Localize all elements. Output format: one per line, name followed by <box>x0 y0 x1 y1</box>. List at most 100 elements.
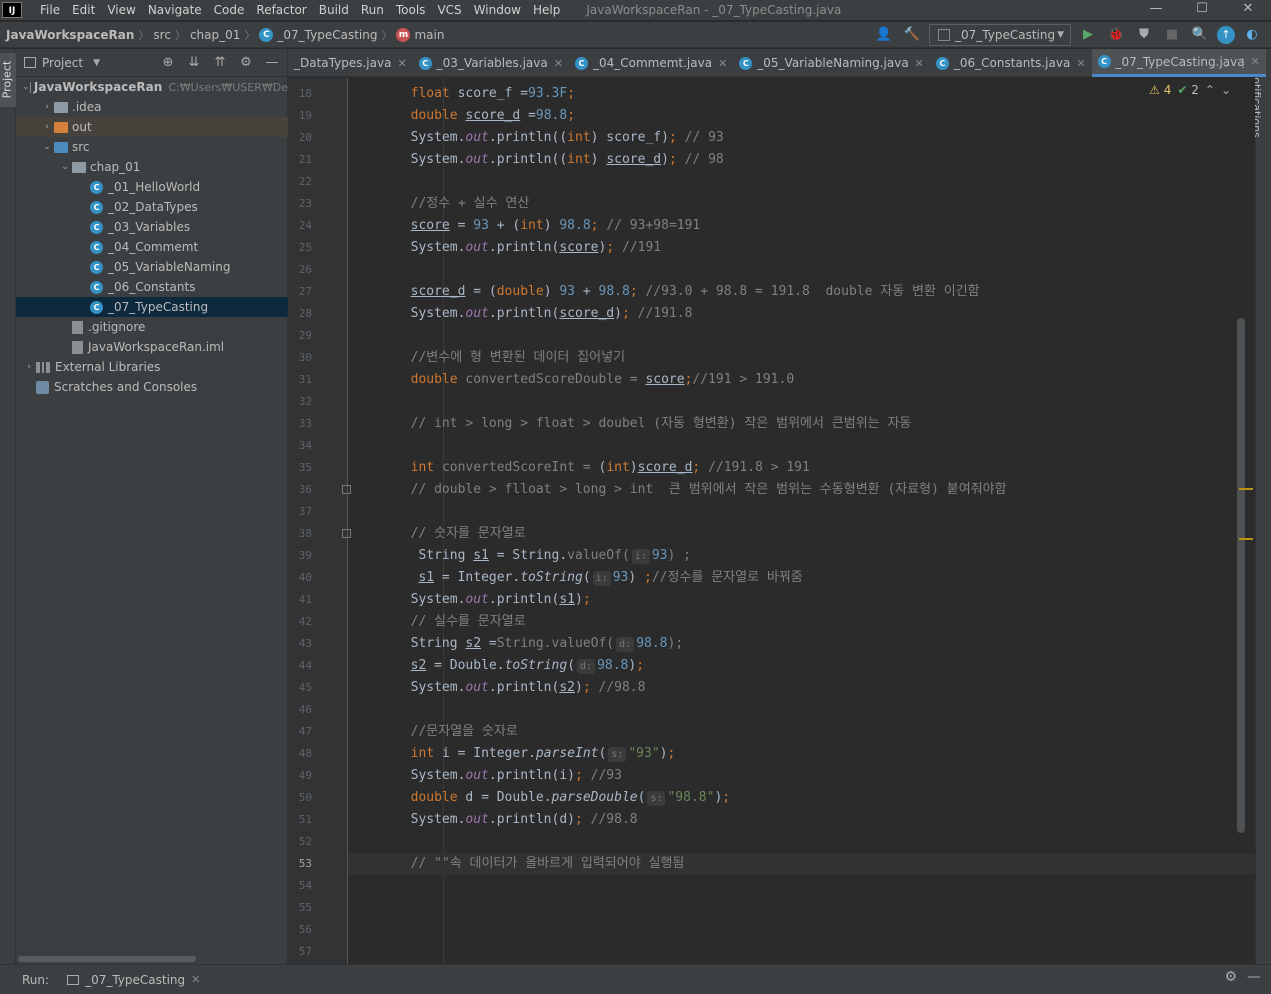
code-line[interactable]: s2 = Double.toString(d: 98.8); <box>348 655 1255 677</box>
more-actions-icon[interactable]: ⋮ <box>1237 56 1249 70</box>
notifications-tool-window-button[interactable]: Notifications <box>1250 69 1271 169</box>
code-line[interactable]: System.out.println(d); //98.8 <box>348 809 1255 831</box>
menu-item-run[interactable]: Run <box>355 0 390 20</box>
breadcrumb-package[interactable]: chap_01 <box>190 28 240 42</box>
code-line[interactable] <box>348 831 1255 853</box>
show-hidden-tabs-icon[interactable]: ⌄ <box>1221 56 1231 70</box>
code-line[interactable]: double d = Double.parseDouble(s: "98.8"); <box>348 787 1255 809</box>
tree-item[interactable]: C _07_TypeCasting <box>16 297 288 317</box>
search-icon[interactable]: 🔍 <box>1189 24 1211 46</box>
update-icon[interactable]: ↑ <box>1217 26 1235 44</box>
line-number[interactable]: 33 <box>288 413 312 435</box>
menu-item-tools[interactable]: Tools <box>390 0 432 20</box>
menu-item-navigate[interactable]: Navigate <box>142 0 208 20</box>
editor-tab[interactable]: C _04_Commemt.java ✕ <box>569 49 733 77</box>
line-number[interactable]: 32 <box>288 391 312 413</box>
tree-item[interactable]: › out <box>16 117 288 137</box>
menu-item-refactor[interactable]: Refactor <box>250 0 312 20</box>
line-number[interactable]: 31 <box>288 369 312 391</box>
line-number[interactable]: 49 <box>288 765 312 787</box>
horizontal-scrollbar[interactable] <box>18 956 196 962</box>
tree-item[interactable]: .gitignore <box>16 317 288 337</box>
close-tab-icon[interactable]: ✕ <box>397 57 406 70</box>
editor-tab[interactable]: C _06_Constants.java ✕ <box>930 49 1092 77</box>
collapse-arrow-icon[interactable]: › <box>40 102 54 112</box>
code-line[interactable]: score = 93 + (int) 98.8; // 93+98=191 <box>348 215 1255 237</box>
tree-item[interactable]: C _03_Variables <box>16 217 288 237</box>
expand-arrow-icon[interactable]: ⌄ <box>40 142 54 152</box>
chevron-down-icon[interactable]: ▼ <box>93 58 100 68</box>
line-number[interactable]: 47 <box>288 721 312 743</box>
collapse-all-icon[interactable]: ⇈ <box>211 54 229 72</box>
line-number[interactable]: 40 <box>288 567 312 589</box>
line-number[interactable]: 54 <box>288 875 312 897</box>
code-line[interactable] <box>348 259 1255 281</box>
settings-gear-icon[interactable]: ⚙ <box>237 54 255 72</box>
line-number[interactable]: 34 <box>288 435 312 457</box>
line-number[interactable]: 38 <box>288 523 312 545</box>
line-number[interactable]: 25 <box>288 237 312 259</box>
project-tool-window-button[interactable]: Project <box>0 53 16 107</box>
code-line[interactable]: int i = Integer.parseInt(s: "93"); <box>348 743 1255 765</box>
code-line[interactable] <box>348 435 1255 457</box>
code-line[interactable]: String s1 = String.valueOf(i: 93) ; <box>348 545 1255 567</box>
tree-item[interactable]: ⌄ JavaWorkspaceRan C:₩Users₩USER₩De <box>16 77 288 97</box>
collapse-arrow-icon[interactable]: › <box>22 362 36 372</box>
code-line[interactable]: score_d = (double) 93 + 98.8; //93.0 + 9… <box>348 281 1255 303</box>
expand-all-icon[interactable]: ⇊ <box>185 54 203 72</box>
close-tab-icon[interactable]: ✕ <box>554 57 563 70</box>
code-line[interactable]: System.out.println(s1); <box>348 589 1255 611</box>
breadcrumb-src[interactable]: src <box>153 28 171 42</box>
code-line[interactable]: // ""속 데이터가 올바르게 입력되어야 실행됨 <box>348 853 1255 875</box>
line-number[interactable]: 42 <box>288 611 312 633</box>
code-line[interactable]: System.out.println((int) score_f); // 93 <box>348 127 1255 149</box>
editor-tab[interactable]: _DataTypes.java ✕ <box>288 49 413 77</box>
code-line[interactable]: s1 = Integer.toString(i: 93) ;//정수를 문자열로 … <box>348 567 1255 589</box>
code-line[interactable]: // int > long > float > doubel (자동 형변환) … <box>348 413 1255 435</box>
code-line[interactable] <box>348 941 1255 963</box>
warning-count[interactable]: ⚠ 4 <box>1149 83 1171 97</box>
inspection-widget[interactable]: ⚠ 4 ✔ 2 ⌃ ⌄ <box>1149 83 1231 97</box>
line-number[interactable]: 52 <box>288 831 312 853</box>
maximize-icon[interactable]: ☐ <box>1179 0 1225 20</box>
line-number[interactable]: 41 <box>288 589 312 611</box>
line-number[interactable]: 26 <box>288 259 312 281</box>
close-tab-icon[interactable]: ✕ <box>1076 57 1085 70</box>
close-icon[interactable]: ✕ <box>191 973 200 986</box>
code-line[interactable]: double score_d =98.8; <box>348 105 1255 127</box>
tree-item[interactable]: JavaWorkspaceRan.iml <box>16 337 288 357</box>
tree-item[interactable]: › External Libraries <box>16 357 288 377</box>
code-line[interactable] <box>348 897 1255 919</box>
run-icon[interactable]: ▶ <box>1077 24 1099 46</box>
line-number[interactable]: 28 <box>288 303 312 325</box>
code-line[interactable]: float score_f =93.3F; <box>348 83 1255 105</box>
line-number[interactable]: 21 <box>288 149 312 171</box>
menu-item-code[interactable]: Code <box>208 0 251 20</box>
coverage-icon[interactable]: ⛊ <box>1133 24 1155 46</box>
close-icon[interactable]: ✕ <box>1225 0 1271 20</box>
code-line[interactable]: // double > flloat > long > int 큰 범위에서 작… <box>348 479 1255 501</box>
code-editor[interactable]: 18 19 20 21 22 23 24 25 26 27 28 29 30 31 32 33 34 35 36 37… <box>288 78 1255 964</box>
tree-item[interactable]: C _05_VariableNaming <box>16 257 288 277</box>
build-hammer-icon[interactable]: 🔨 <box>901 24 923 46</box>
run-configuration-dropdown[interactable]: _07_TypeCasting ▼ <box>929 24 1071 46</box>
vertical-scrollbar[interactable] <box>1237 318 1245 833</box>
menu-item-help[interactable]: Help <box>527 0 566 20</box>
stop-icon[interactable]: ■ <box>1161 24 1183 46</box>
settings-gear-icon[interactable]: ⚙ <box>1224 969 1237 985</box>
line-number[interactable]: 22 <box>288 171 312 193</box>
line-number[interactable]: 44 <box>288 655 312 677</box>
weak-warning-count[interactable]: ✔ 2 <box>1177 83 1199 97</box>
line-number[interactable]: 35 <box>288 457 312 479</box>
breadcrumb-method[interactable]: main <box>414 28 444 42</box>
collapse-arrow-icon[interactable]: › <box>40 122 54 132</box>
run-tab[interactable]: _07_TypeCasting ✕ <box>67 973 200 987</box>
menu-item-build[interactable]: Build <box>313 0 355 20</box>
line-number[interactable]: 24 <box>288 215 312 237</box>
code-line[interactable] <box>348 875 1255 897</box>
code-line[interactable] <box>348 699 1255 721</box>
code-line[interactable]: //정수 + 실수 연산 <box>348 193 1255 215</box>
code-line[interactable]: double convertedScoreDouble = score;//19… <box>348 369 1255 391</box>
line-number[interactable]: 57 <box>288 941 312 963</box>
code-line[interactable]: //변수에 형 변환된 데이터 집어넣기 <box>348 347 1255 369</box>
